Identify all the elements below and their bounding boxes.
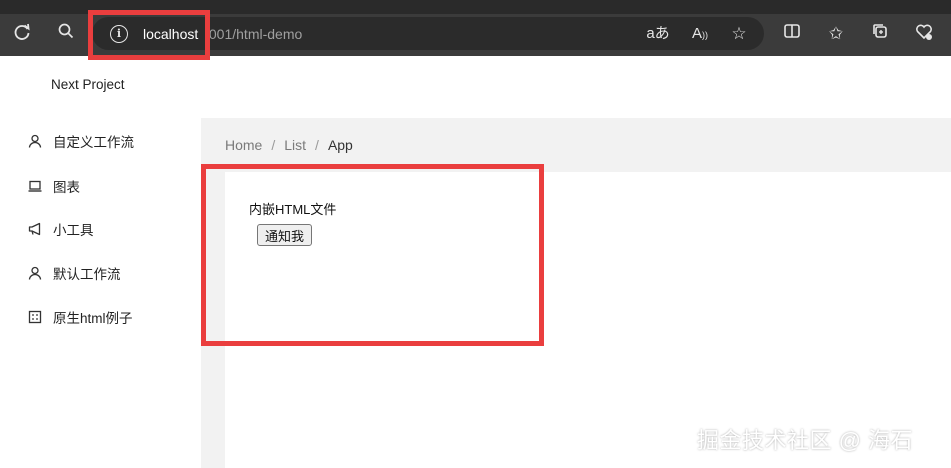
calculator-icon — [28, 310, 42, 324]
breadcrumb-separator: / — [271, 137, 276, 153]
sidebar-item-label: 默认工作流 — [53, 267, 121, 282]
sidebar-item-charts[interactable]: 图表 — [28, 175, 80, 197]
info-icon[interactable]: i — [110, 25, 128, 43]
laptop-icon — [28, 179, 42, 193]
translate-icon[interactable]: aあ — [646, 22, 670, 46]
embed-title: 内嵌HTML文件 — [249, 202, 337, 217]
megaphone-icon — [28, 222, 42, 236]
sidebar-item-default-workflow[interactable]: 默认工作流 — [28, 262, 121, 284]
project-title: Next Project — [51, 77, 125, 92]
tab-strip — [0, 0, 951, 14]
url-path: :001/html-demo — [205, 26, 303, 42]
breadcrumb-current: App — [327, 137, 353, 153]
sidebar-item-native-html[interactable]: 原生html例子 — [28, 306, 133, 328]
breadcrumb-separator: / — [315, 137, 319, 153]
watermark: 掘金技术社区 @ 海石 — [697, 428, 914, 453]
user-icon — [28, 266, 42, 280]
content-area: Home / List / App 内嵌HTML文件 通知我 — [201, 118, 951, 468]
sidebar-item-label: 图表 — [53, 180, 80, 195]
user-icon — [28, 134, 42, 148]
browser-health-icon[interactable] — [912, 22, 936, 46]
read-aloud-icon[interactable]: A)) — [688, 22, 712, 46]
notify-button[interactable]: 通知我 — [257, 224, 313, 246]
sidebar-item-custom-workflow[interactable]: 自定义工作流 — [28, 130, 134, 152]
favorite-star-icon[interactable]: ☆ — [727, 22, 751, 46]
collections-icon[interactable] — [868, 22, 892, 46]
sidebar-item-label: 原生html例子 — [53, 311, 133, 326]
split-screen-icon[interactable] — [780, 22, 804, 46]
search-icon[interactable] — [54, 22, 78, 46]
favorites-list-icon[interactable]: ✩ — [824, 22, 848, 46]
page-viewport: Next Project 自定义工作流 图表 小工具 默认工作流 原生html例… — [0, 56, 951, 468]
sidebar-item-label: 小工具 — [53, 223, 94, 238]
sidebar-item-label: 自定义工作流 — [53, 135, 134, 150]
url-host: localhost — [143, 26, 199, 42]
breadcrumb: Home / List / App — [225, 137, 353, 153]
browser-toolbar: i localhost :001/html-demo aあ A)) ☆ ✩ — [0, 0, 951, 56]
breadcrumb-home[interactable]: Home — [225, 137, 262, 153]
breadcrumb-list[interactable]: List — [284, 137, 306, 153]
reload-icon[interactable] — [10, 22, 34, 46]
sidebar-item-tools[interactable]: 小工具 — [28, 218, 94, 240]
